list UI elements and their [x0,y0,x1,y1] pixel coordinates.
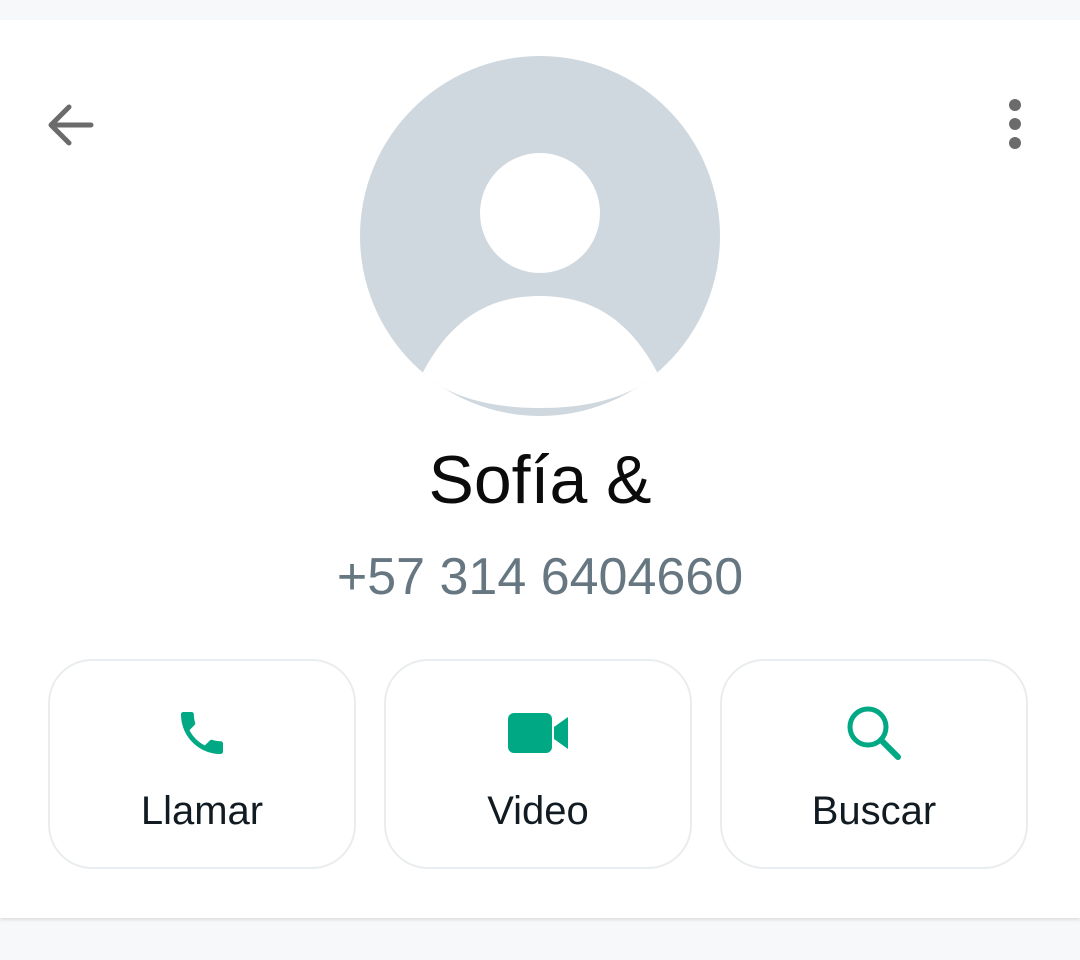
arrow-left-icon [48,104,94,146]
search-button-label: Buscar [811,789,937,833]
phone-icon [181,712,223,754]
video-camera-icon [508,713,568,753]
section-divider [0,942,1080,960]
avatar[interactable] [360,56,720,416]
video-call-button[interactable]: Video [384,659,692,869]
search-button[interactable]: Buscar [720,659,1028,869]
contact-info-card: Sofía & +57 314 6404660 Llamar Video Bus… [0,20,1080,918]
back-button[interactable] [30,84,112,166]
contact-phone-number: +57 314 6404660 [336,548,744,606]
contact-name: Sofía & [428,442,652,518]
search-icon [847,706,901,760]
status-bar-area [0,0,1080,20]
call-button-label: Llamar [140,789,264,833]
video-call-button-label: Video [487,789,589,833]
more-vertical-icon [1009,99,1021,149]
call-button[interactable]: Llamar [48,659,356,869]
more-options-button[interactable] [974,84,1056,166]
default-avatar-icon [360,56,720,416]
